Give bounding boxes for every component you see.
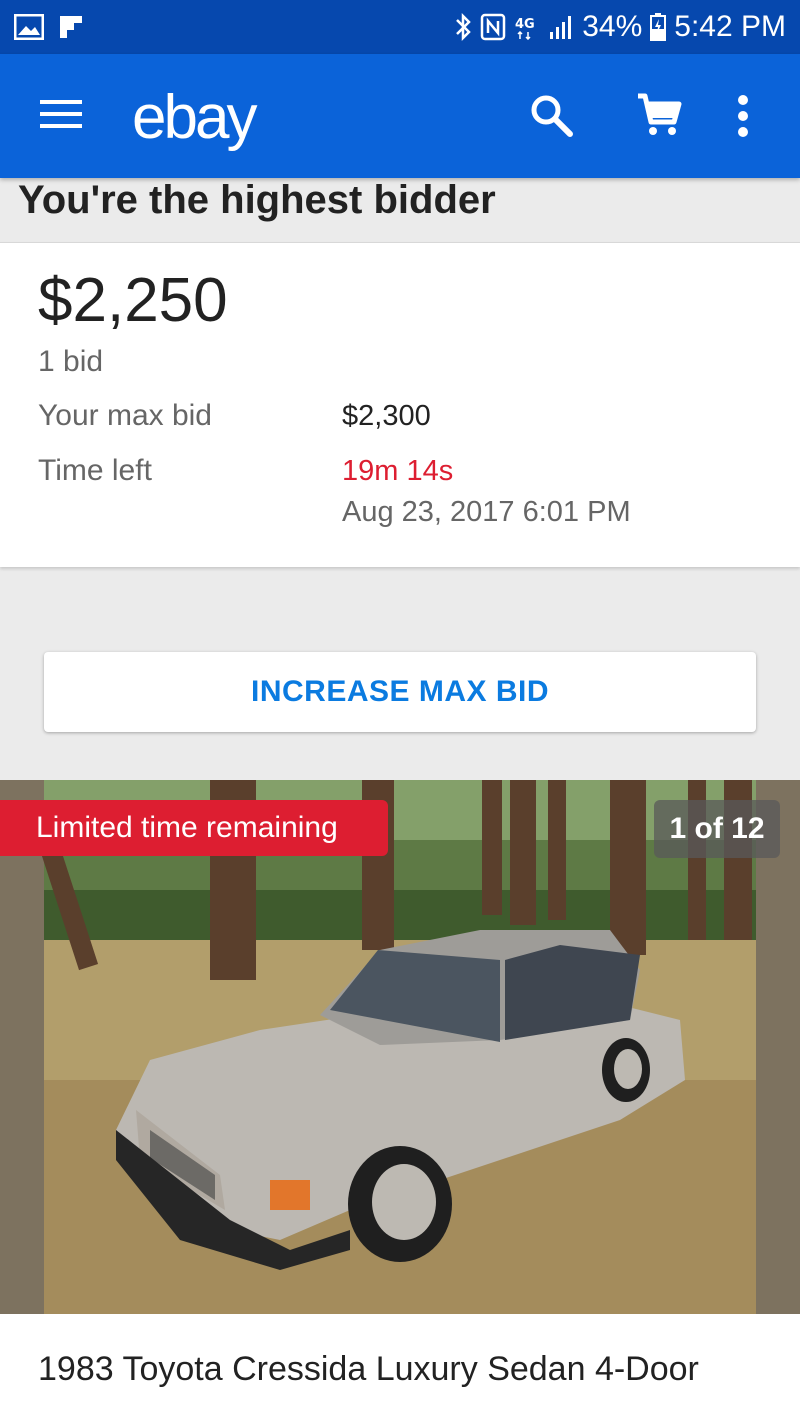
nfc-icon [480,13,506,41]
time-left-label: Time left [38,454,152,487]
search-icon[interactable] [528,92,574,143]
limited-time-badge: Limited time remaining [0,800,388,856]
bid-count[interactable]: 1 bid [38,345,103,379]
4g-icon: 4G [514,14,540,40]
ebay-logo[interactable]: ebay [132,82,257,153]
battery-percent: 34% [582,10,643,43]
listing-title-section: 1983 Toyota Cressida Luxury Sedan 4-Door [0,1314,800,1422]
menu-icon[interactable] [40,98,82,135]
flipboard-icon [58,14,84,40]
gallery-icon [14,14,44,40]
battery-charging-icon [650,13,667,41]
bid-summary-card: $2,250 1 bid Your max bid $2,300 Time le… [0,242,800,567]
svg-text:4G: 4G [515,17,535,32]
current-price: $2,250 [38,266,228,335]
cart-icon[interactable] [636,92,682,143]
clock: 5:42 PM [674,10,786,43]
bluetooth-icon [454,12,472,42]
status-bar: 4G 34% 5:42 PM [0,0,800,54]
bid-status-heading: You're the highest bidder [18,178,496,222]
listing-title: 1983 Toyota Cressida Luxury Sedan 4-Door [38,1350,699,1388]
listing-photo[interactable] [0,780,800,1314]
signal-icon [548,14,574,40]
app-bar: ebay [0,54,800,178]
time-left-value: 19m 14s [342,455,454,487]
auction-end-date: Aug 23, 2017 6:01 PM [342,496,631,528]
increase-max-bid-button[interactable]: INCREASE MAX BID [44,652,756,732]
more-vert-icon[interactable] [736,94,750,143]
max-bid-value: $2,300 [342,400,431,432]
photo-counter: 1 of 12 [654,800,780,858]
max-bid-label: Your max bid [38,399,212,432]
bid-status-banner: You're the highest bidder [0,178,800,242]
